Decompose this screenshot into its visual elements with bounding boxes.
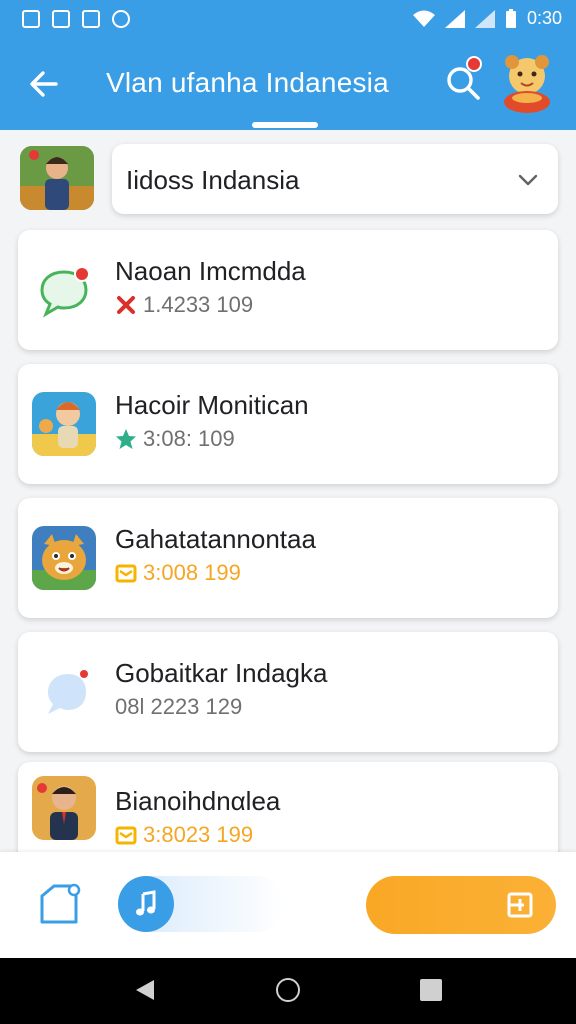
bottom-action-bar — [0, 852, 576, 958]
star-icon — [116, 429, 136, 449]
item-meta-text: 3:008 199 — [143, 560, 241, 585]
notification-game-icon — [82, 10, 100, 28]
list-item[interactable]: Hacoir Monitican 3:08: 109 — [18, 364, 558, 484]
item-meta: 3:008 199 — [115, 560, 241, 586]
system-nav-bar — [0, 958, 576, 1024]
notification-square-icon — [22, 10, 40, 28]
item-meta-text: 1.4233 109 — [143, 292, 254, 317]
notification-music-icon — [112, 10, 130, 28]
add-box-icon — [507, 892, 533, 918]
yellow-tag-icon — [115, 564, 137, 583]
app-bar: Vlan ufanha Indanesia — [0, 40, 576, 130]
status-time: 0:30 — [526, 8, 562, 28]
item-name: Bianοihdnαlea — [115, 786, 281, 816]
list-item[interactable]: Gobaitkar Indagka 08l 2223 129 — [18, 632, 558, 752]
yellow-tag-icon — [115, 826, 137, 845]
item-meta: 08l 2223 129 — [115, 694, 242, 720]
item-name: Naoan Imcmdda — [115, 256, 306, 286]
nav-recents-icon[interactable] — [420, 979, 442, 1001]
primary-action-button[interactable] — [366, 876, 556, 934]
shape-icon[interactable] — [36, 882, 82, 928]
music-note-icon — [136, 890, 156, 916]
item-name: Gahatatannontaa — [115, 524, 316, 554]
page-title: Vlan ufanha Indanesia — [106, 67, 389, 98]
tab-indicator — [252, 122, 318, 128]
dropdown-selected-value: Iidoss Indansia — [126, 165, 300, 195]
cartoon-avatar — [32, 392, 96, 456]
status-bar: 0:30 — [0, 0, 576, 40]
nav-back-icon[interactable] — [134, 978, 158, 1002]
wifi-icon — [412, 10, 435, 27]
item-meta: 3:08: 109 — [115, 426, 235, 452]
chevron-down-icon — [518, 174, 538, 186]
profile-avatar[interactable] — [500, 52, 554, 114]
nav-home-icon[interactable] — [276, 978, 300, 1002]
signal-icon — [444, 9, 465, 28]
item-meta: 3:8023 199 — [115, 822, 253, 848]
chat-bubble-icon — [32, 258, 96, 322]
back-arrow-icon[interactable] — [26, 66, 62, 102]
item-meta-text: 3:8023 199 — [143, 822, 254, 847]
speech-bubble-icon — [32, 660, 96, 724]
person-avatar — [32, 776, 96, 840]
location-dropdown[interactable]: Iidoss Indansia — [112, 144, 558, 214]
item-name: Gobaitkar Indagka — [115, 658, 328, 688]
list-item[interactable]: Naoan Imcmdda 1.4233 109 — [18, 230, 558, 350]
item-meta: 1.4233 109 — [115, 292, 253, 318]
music-button[interactable] — [118, 876, 174, 932]
red-x-icon — [117, 296, 135, 314]
item-name: Hacoir Monitican — [115, 390, 309, 420]
item-meta-text: 3:08: 109 — [143, 426, 235, 451]
tiger-avatar — [32, 526, 96, 590]
signal-icon-2 — [474, 9, 495, 28]
notification-app-icon — [52, 10, 70, 28]
list-item[interactable]: Gahatatannontaa 3:008 199 — [18, 498, 558, 618]
battery-icon — [505, 8, 516, 28]
item-meta-text: 08l 2223 129 — [115, 694, 243, 719]
notification-icons — [22, 10, 130, 28]
selected-avatar[interactable] — [20, 146, 94, 210]
notification-badge — [466, 56, 482, 72]
